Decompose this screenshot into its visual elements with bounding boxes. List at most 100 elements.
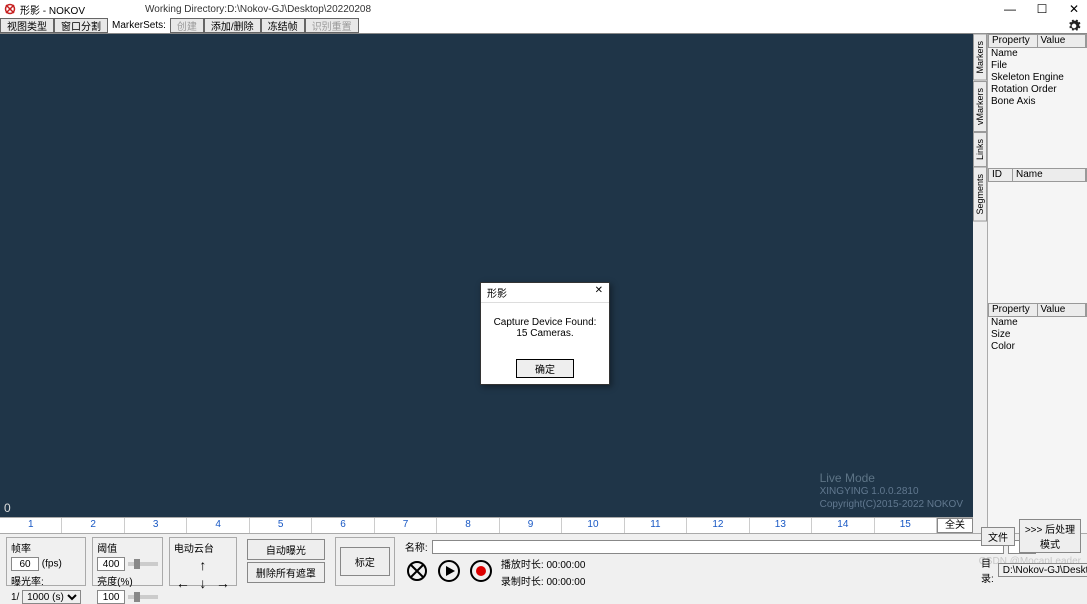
app-title: 形影 - NOKOV — [20, 2, 85, 17]
camera-tab-7[interactable]: 7 — [375, 518, 437, 533]
brightness-label: 亮度(%) — [97, 573, 158, 588]
side-tab-vmarkers[interactable]: vMarkers — [973, 81, 987, 132]
camera-tab-2[interactable]: 2 — [62, 518, 124, 533]
window-maximize-button[interactable]: ☐ — [1033, 2, 1051, 16]
property-header: Property — [989, 35, 1038, 47]
calibrate-button[interactable]: 标定 — [340, 547, 390, 576]
ptz-up-icon[interactable]: ↑ — [194, 557, 212, 573]
target-icon[interactable] — [405, 559, 429, 586]
property-list-top: NameFileSkeleton EngineRotation OrderBon… — [988, 48, 1087, 108]
threshold-input[interactable] — [97, 557, 125, 571]
window-close-button[interactable]: ✕ — [1065, 2, 1083, 16]
camera-tab-15[interactable]: 15 — [875, 518, 937, 533]
property-row[interactable]: Bone Axis — [988, 96, 1087, 108]
camera-tab-9[interactable]: 9 — [500, 518, 562, 533]
exposure-select[interactable]: 1000 (s) — [22, 590, 81, 604]
version-label: XINGYING 1.0.0.2810 — [820, 485, 963, 498]
play-time-label: 播放时长: — [501, 560, 544, 571]
auto-exposure-button[interactable]: 自动曝光 — [247, 539, 325, 560]
mask-group: 自动曝光 删除所有遮罩 — [243, 537, 329, 586]
freeze-button[interactable]: 冻结帧 — [261, 18, 305, 33]
property-list-bottom: NameSizeColor — [988, 317, 1087, 353]
side-tabs: MarkersvMarkersLinksSegments — [973, 34, 987, 533]
capture-found-dialog: 形影 ✕ Capture Device Found: 15 Cameras. 确… — [480, 282, 610, 385]
dialog-message: Capture Device Found: 15 Cameras. — [481, 303, 609, 353]
camera-tab-14[interactable]: 14 — [812, 518, 874, 533]
directory-label: 目录: — [981, 555, 994, 585]
markersets-label: MarkerSets: — [108, 18, 170, 33]
camera-tab-6[interactable]: 6 — [312, 518, 374, 533]
framerate-input[interactable] — [11, 557, 39, 571]
threshold-label: 阈值 — [97, 540, 158, 555]
clear-masks-button[interactable]: 删除所有遮罩 — [247, 562, 325, 583]
ptz-label: 电动云台 — [174, 540, 232, 555]
brightness-slider[interactable] — [128, 595, 158, 599]
record-time-label: 录制时长: — [501, 577, 544, 588]
app-logo-icon — [4, 3, 16, 15]
side-tab-markers[interactable]: Markers — [973, 34, 987, 81]
value-header: Value — [1038, 35, 1087, 47]
property-row[interactable]: Color — [988, 341, 1087, 353]
camera-tab-8[interactable]: 8 — [437, 518, 499, 533]
window-split-button[interactable]: 窗口分割 — [54, 18, 108, 33]
title-bar: 形影 - NOKOV Working Directory:D:\Nokov-GJ… — [0, 0, 1087, 18]
viewport-info: Live Mode XINGYING 1.0.0.2810 Copyright(… — [820, 472, 963, 511]
live-mode-label: Live Mode — [820, 472, 963, 485]
brightness-input[interactable] — [97, 590, 125, 604]
file-button[interactable]: 文件 — [981, 527, 1015, 546]
postprocess-mode-button[interactable]: >>> 后处理模式 — [1019, 519, 1081, 553]
threshold-group: 阈值 亮度(%) — [92, 537, 163, 586]
framerate-group: 帧率 (fps) 曝光率: 1/ 1000 (s) — [6, 537, 86, 586]
view-type-button[interactable]: 视图类型 — [0, 18, 54, 33]
ptz-group: 电动云台 ↑ ← ↓ → — [169, 537, 237, 586]
record-button-icon[interactable] — [469, 559, 493, 586]
toolbar: 视图类型 窗口分割 MarkerSets: 创建 添加/删除 冻结帧 识别重置 — [0, 18, 1087, 34]
property-row[interactable]: Name — [988, 317, 1087, 329]
recognition-reset-button[interactable]: 识别重置 — [305, 18, 359, 33]
viewport-zero-label: 0 — [4, 501, 11, 515]
settings-gear-icon[interactable] — [1067, 19, 1081, 33]
property-row[interactable]: Name — [988, 48, 1087, 60]
dialog-close-icon[interactable]: ✕ — [595, 285, 603, 300]
camera-tab-13[interactable]: 13 — [750, 518, 812, 533]
recording-name-input[interactable] — [432, 540, 1004, 554]
camera-tab-5[interactable]: 5 — [250, 518, 312, 533]
property-row[interactable]: Rotation Order — [988, 84, 1087, 96]
footer-bar: 帧率 (fps) 曝光率: 1/ 1000 (s) 阈值 亮度(%) 电动云台 … — [0, 533, 1087, 589]
dialog-ok-button[interactable]: 确定 — [516, 359, 574, 378]
main-viewport[interactable]: 0 Live Mode XINGYING 1.0.0.2810 Copyrigh… — [0, 34, 973, 517]
dialog-title: 形影 — [487, 285, 507, 300]
property-row[interactable]: Size — [988, 329, 1087, 341]
side-tab-segments[interactable]: Segments — [973, 167, 987, 222]
camera-tab-1[interactable]: 1 — [0, 518, 62, 533]
add-remove-button[interactable]: 添加/删除 — [204, 18, 261, 33]
id-header: ID — [989, 169, 1013, 181]
name-label: 名称: — [405, 539, 428, 554]
property-row[interactable]: File — [988, 60, 1087, 72]
camera-tab-3[interactable]: 3 — [125, 518, 187, 533]
window-minimize-button[interactable]: — — [1001, 2, 1019, 16]
property-row[interactable]: Skeleton Engine — [988, 72, 1087, 84]
play-button-icon[interactable] — [437, 559, 461, 586]
calibration-group: 标定 — [335, 537, 395, 586]
directory-select[interactable]: D:\Nokov-GJ\Desktop\ — [998, 563, 1087, 577]
property-header-2: Property — [989, 304, 1038, 316]
right-panel: Property Value NameFileSkeleton EngineRo… — [987, 34, 1087, 533]
camera-tab-12[interactable]: 12 — [687, 518, 749, 533]
create-button[interactable]: 创建 — [170, 18, 204, 33]
value-header-2: Value — [1038, 304, 1087, 316]
exposure-label: 曝光率: — [11, 577, 44, 588]
camera-tab-4[interactable]: 4 — [187, 518, 249, 533]
camera-tab-10[interactable]: 10 — [562, 518, 624, 533]
record-time-value: 00:00:00 — [546, 577, 585, 588]
camera-tabs: 123456789101112131415全关 — [0, 517, 973, 533]
threshold-slider[interactable] — [128, 562, 158, 566]
name-header: Name — [1013, 169, 1086, 181]
all-cameras-off-button[interactable]: 全关 — [937, 518, 973, 533]
framerate-label: 帧率 — [11, 540, 81, 555]
side-tab-links[interactable]: Links — [973, 132, 987, 167]
copyright-label: Copyright(C)2015-2022 NOKOV — [820, 498, 963, 511]
camera-tab-11[interactable]: 11 — [625, 518, 687, 533]
working-directory: Working Directory:D:\Nokov-GJ\Desktop\20… — [145, 4, 371, 15]
framerate-unit: (fps) — [42, 559, 62, 570]
